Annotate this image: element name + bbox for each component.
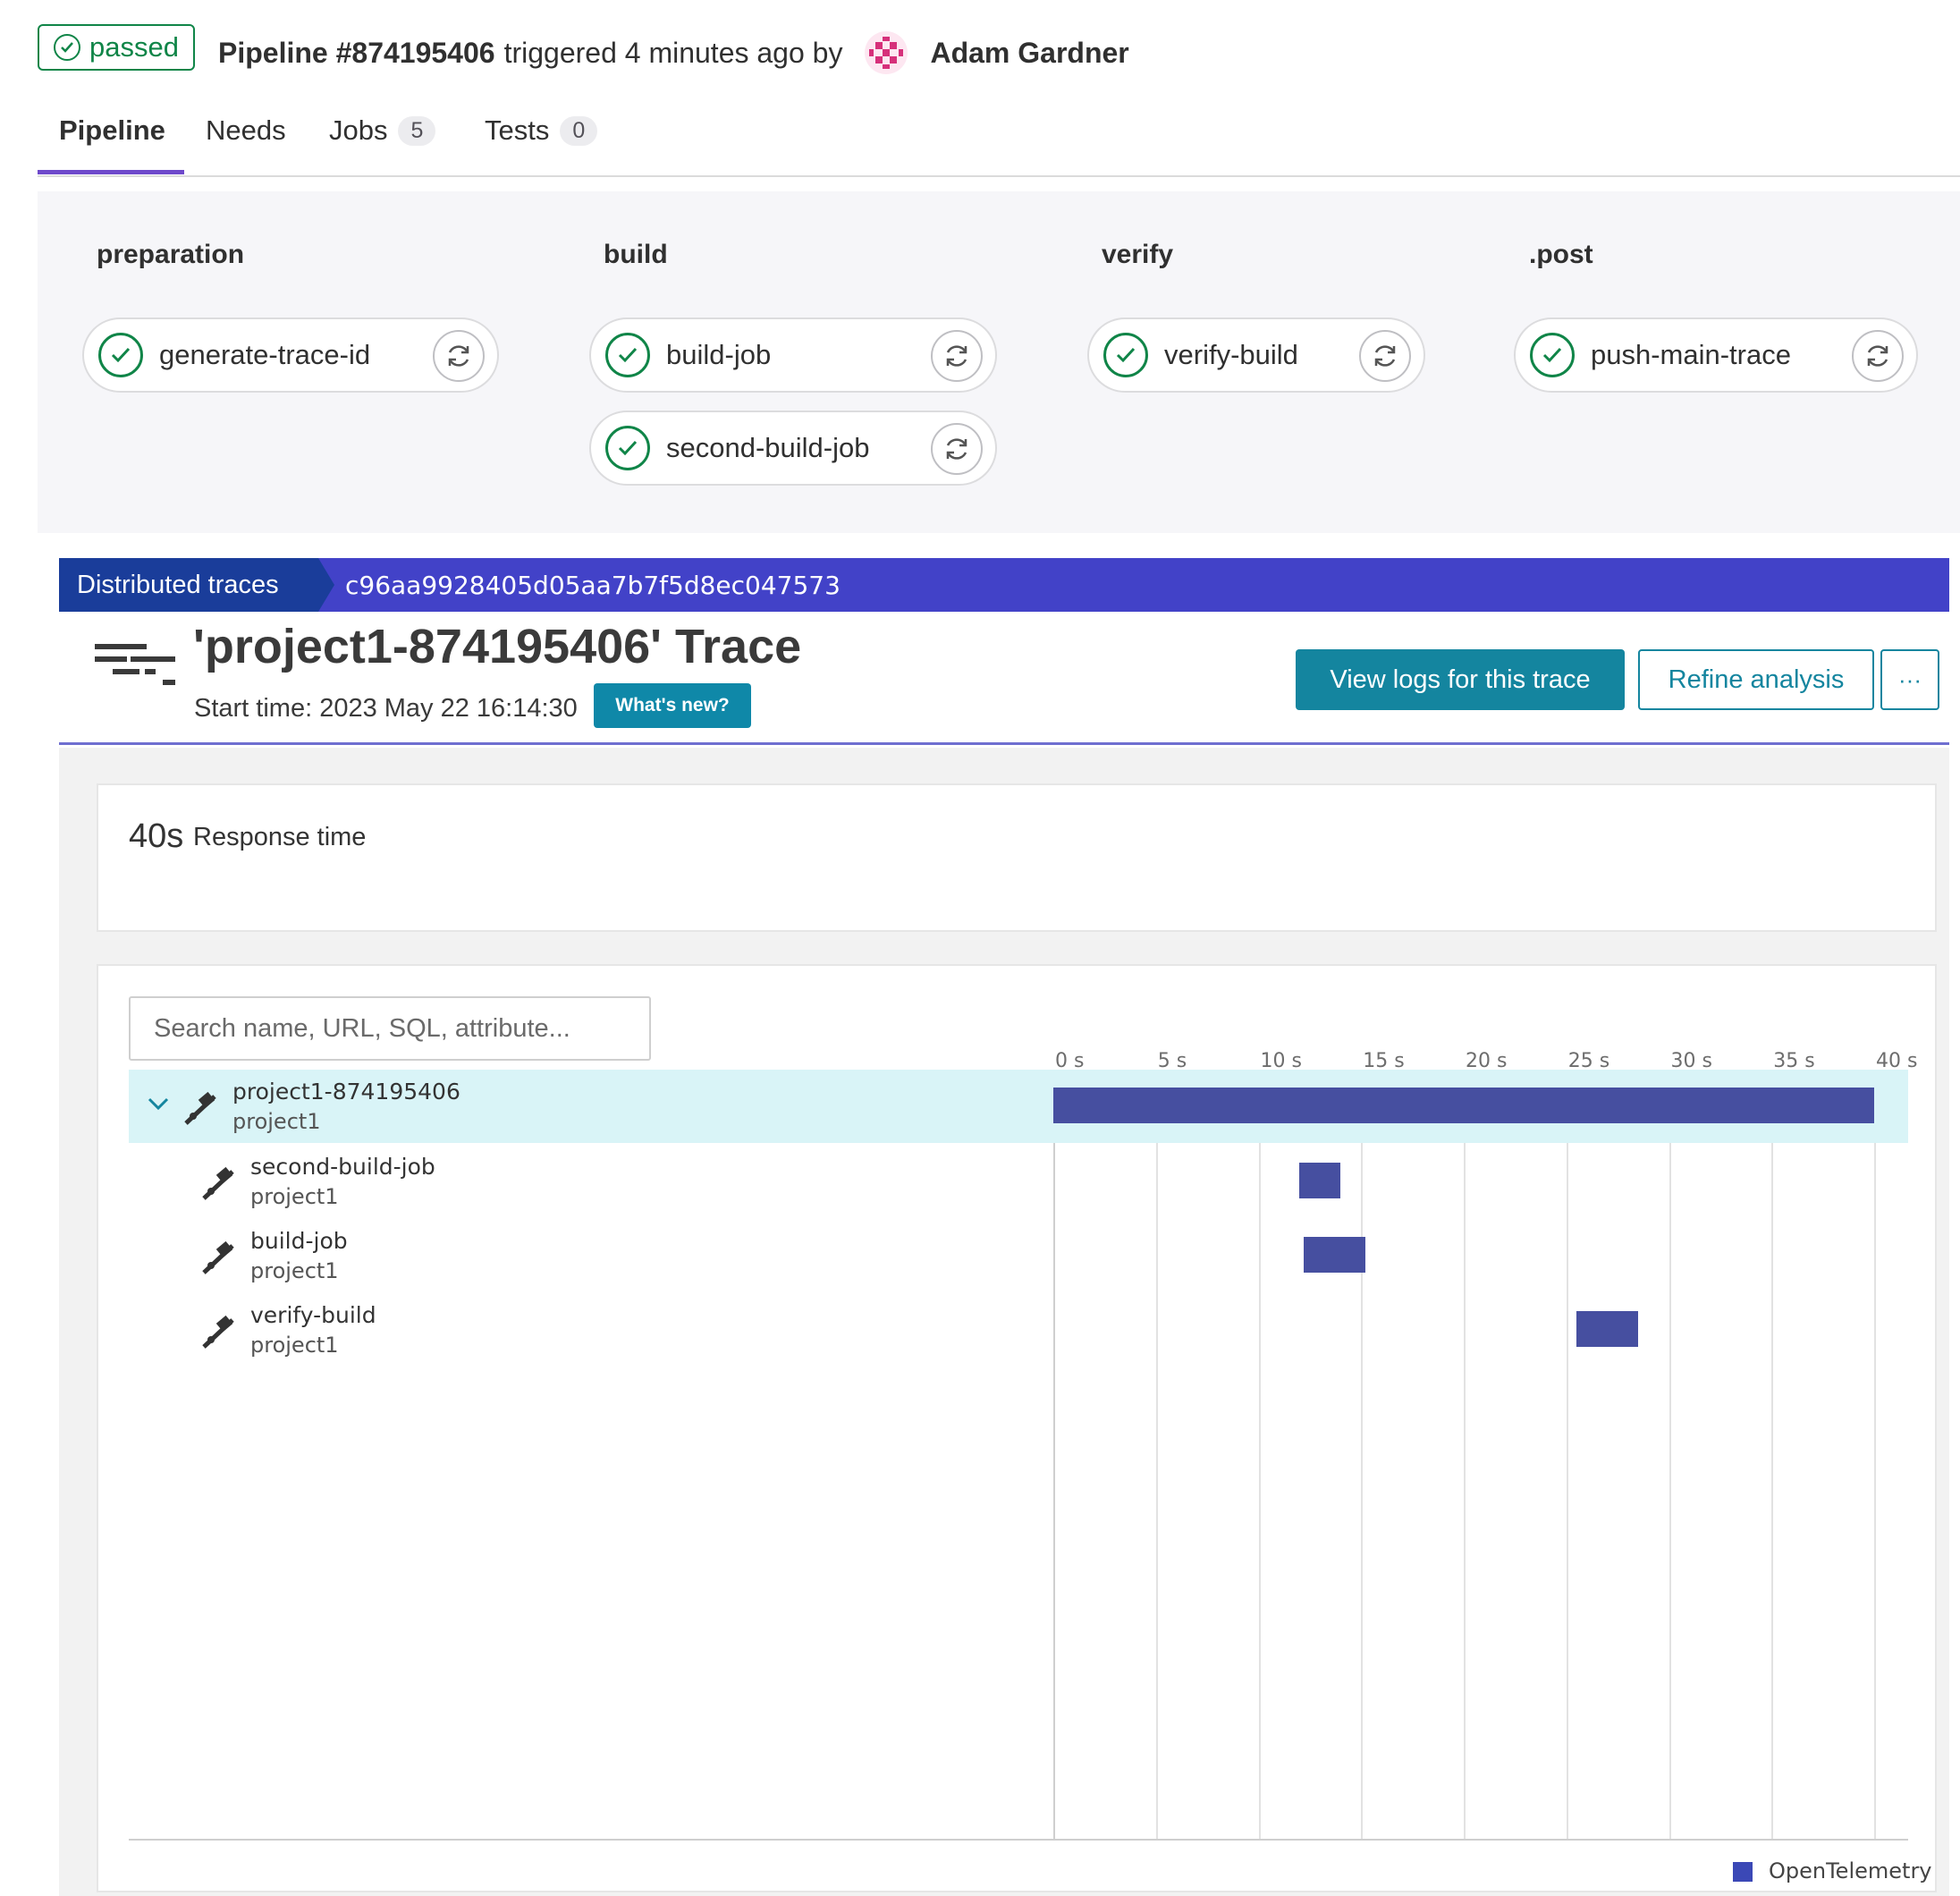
job-second-build-job[interactable]: second-build-job xyxy=(589,411,997,486)
refine-analysis-button[interactable]: Refine analysis xyxy=(1638,649,1874,710)
tests-count-badge: 0 xyxy=(560,115,598,146)
status-label: passed xyxy=(89,31,179,63)
job-name: push-main-trace xyxy=(1591,339,1791,370)
page-title: 'project1-874195406' Trace xyxy=(193,620,802,673)
telescope-icon xyxy=(202,1166,234,1200)
triggered-text: triggered 4 minutes ago by xyxy=(503,36,843,69)
check-circle-icon xyxy=(54,34,80,61)
tab-label: Tests xyxy=(485,114,550,146)
divider xyxy=(59,742,1949,745)
tab-label: Needs xyxy=(206,114,286,146)
telescope-icon xyxy=(202,1240,234,1274)
span-service: project1 xyxy=(232,1109,321,1134)
check-circle-icon xyxy=(605,426,650,470)
waterfall-card: 0 s5 s10 s15 s20 s25 s30 s35 s40 s proje… xyxy=(97,964,1937,1892)
retry-icon[interactable] xyxy=(931,423,983,475)
active-tab-indicator xyxy=(38,170,184,174)
breadcrumb-trace-id: c96aa9928405d05aa7b7f5d8ec047573 xyxy=(345,570,841,600)
view-logs-button[interactable]: View logs for this trace xyxy=(1296,649,1625,710)
job-push-main-trace[interactable]: push-main-trace xyxy=(1514,317,1918,393)
telescope-icon xyxy=(184,1091,216,1125)
job-name: second-build-job xyxy=(666,432,870,463)
retry-icon[interactable] xyxy=(1852,330,1904,382)
start-time: Start time: 2023 May 22 16:14:30 xyxy=(194,694,578,723)
breadcrumb: Distributed traces c96aa9928405d05aa7b7f… xyxy=(59,558,1949,612)
tab-label: Jobs xyxy=(329,114,388,146)
response-time-label: Response time xyxy=(193,823,367,851)
legend-label: OpenTelemetry xyxy=(1769,1858,1932,1883)
retry-icon[interactable] xyxy=(1359,330,1411,382)
pipeline-id[interactable]: Pipeline #874195406 xyxy=(218,37,495,70)
tab-tests[interactable]: Tests 0 xyxy=(485,114,598,147)
span-row[interactable]: verify-build project1 xyxy=(129,1293,1908,1367)
job-verify-build[interactable]: verify-build xyxy=(1087,317,1425,393)
span-bar[interactable] xyxy=(1299,1163,1341,1198)
avatar[interactable] xyxy=(864,30,908,75)
legend-swatch xyxy=(1733,1862,1753,1882)
job-name: generate-trace-id xyxy=(159,339,371,370)
stage-title-post: .post xyxy=(1529,240,1593,269)
job-generate-trace-id[interactable]: generate-trace-id xyxy=(82,317,499,393)
pipeline-header: Pipeline #874195406 triggered 4 minutes … xyxy=(218,30,1129,75)
stage-title-build: build xyxy=(604,240,668,269)
chevron-down-icon[interactable] xyxy=(147,1096,170,1111)
span-row[interactable]: build-job project1 xyxy=(129,1219,1908,1292)
check-circle-icon xyxy=(1530,333,1575,377)
span-name: project1-874195406 xyxy=(232,1079,460,1105)
search-input[interactable] xyxy=(129,996,651,1061)
span-row[interactable]: second-build-job project1 xyxy=(129,1145,1908,1218)
breadcrumb-separator xyxy=(318,558,334,612)
span-name: verify-build xyxy=(250,1302,376,1328)
waterfall-bottom-rule xyxy=(129,1839,1908,1841)
span-service: project1 xyxy=(250,1184,339,1209)
span-name: second-build-job xyxy=(250,1154,435,1180)
retry-icon[interactable] xyxy=(931,330,983,382)
response-time-card: 40s Response time xyxy=(97,783,1937,932)
stage-title-preparation: preparation xyxy=(97,240,245,269)
stage-title-verify: verify xyxy=(1102,240,1174,269)
job-name: verify-build xyxy=(1164,339,1298,370)
check-circle-icon xyxy=(98,333,143,377)
jobs-count-badge: 5 xyxy=(398,115,436,146)
telescope-icon xyxy=(202,1315,234,1349)
check-circle-icon xyxy=(1103,333,1148,377)
status-badge[interactable]: passed xyxy=(38,24,195,71)
span-service: project1 xyxy=(250,1258,339,1283)
tab-jobs[interactable]: Jobs 5 xyxy=(329,114,436,147)
span-bar[interactable] xyxy=(1576,1311,1639,1347)
tab-pipeline[interactable]: Pipeline xyxy=(59,114,165,147)
tab-needs[interactable]: Needs xyxy=(206,114,286,147)
retry-icon[interactable] xyxy=(433,330,485,382)
span-bar[interactable] xyxy=(1303,1237,1365,1273)
trace-content: 40s Response time 0 s5 s10 s15 s20 s25 s… xyxy=(59,748,1949,1896)
job-build-job[interactable]: build-job xyxy=(589,317,997,393)
job-name: build-job xyxy=(666,339,772,370)
trace-icon xyxy=(95,644,175,685)
pipeline-tabs: Pipeline Needs Jobs 5 Tests 0 xyxy=(38,107,1960,177)
span-name: build-job xyxy=(250,1228,348,1254)
check-circle-icon xyxy=(605,333,650,377)
response-time-value: 40s xyxy=(129,817,184,855)
more-options-button[interactable]: ··· xyxy=(1880,649,1939,710)
span-bar[interactable] xyxy=(1053,1088,1874,1123)
tab-label: Pipeline xyxy=(59,114,165,146)
pipeline-graph: preparation build verify .post generate-… xyxy=(38,191,1960,533)
whats-new-button[interactable]: What's new? xyxy=(594,683,751,728)
breadcrumb-distributed-traces[interactable]: Distributed traces xyxy=(59,558,318,612)
user-name[interactable]: Adam Gardner xyxy=(930,37,1128,70)
span-service: project1 xyxy=(250,1333,339,1358)
